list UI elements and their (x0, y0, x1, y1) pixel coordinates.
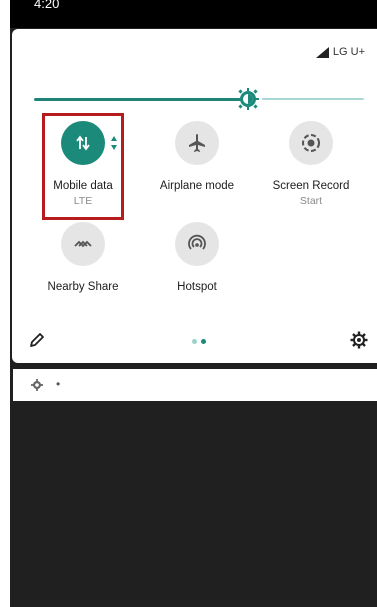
tile-label-nearby-share: Nearby Share (47, 281, 119, 293)
airplane-icon (189, 134, 205, 152)
nearby-share-toggle[interactable] (61, 222, 105, 266)
status-time: 4:20 (34, 0, 60, 11)
screen-record-icon (302, 134, 320, 152)
tile-label-airplane-mode: Airplane mode (159, 180, 235, 192)
highlight-box (42, 113, 124, 220)
notification-bullet: • (56, 377, 61, 391)
page-dot-current (201, 339, 206, 344)
tile-label-hotspot: Hotspot (177, 281, 217, 293)
notification-strip[interactable]: • (13, 369, 377, 401)
page-dot (192, 339, 197, 344)
tile-screen-record[interactable]: Screen Record Start (256, 121, 366, 221)
edit-icon[interactable] (29, 332, 45, 348)
brightness-track-filled[interactable] (34, 98, 247, 101)
quick-settings-panel: LG U+ Mobile data LTE Airplane mode Scre… (12, 29, 377, 363)
hotspot-toggle[interactable] (175, 222, 219, 266)
settings-icon[interactable] (350, 331, 368, 349)
nearby-share-icon (74, 240, 92, 248)
tile-sub-screen-record: Start (299, 195, 323, 207)
tile-airplane-mode[interactable]: Airplane mode (142, 121, 252, 221)
airplane-mode-toggle[interactable] (175, 121, 219, 165)
page-indicator (192, 339, 206, 344)
carrier-label: LG U+ (332, 46, 365, 58)
tile-nearby-share[interactable]: Nearby Share (28, 222, 138, 322)
brightness-track-empty[interactable] (262, 98, 364, 100)
tile-hotspot[interactable]: Hotspot (142, 222, 252, 322)
signal-icon (315, 46, 329, 58)
hotspot-icon (188, 234, 206, 250)
carrier-indicator: LG U+ (315, 46, 365, 58)
status-bar: 4:20 (10, 0, 377, 28)
tile-label-screen-record: Screen Record (272, 180, 350, 192)
gear-icon (31, 379, 43, 391)
brightness-thumb[interactable] (237, 88, 259, 110)
screen-record-toggle[interactable] (289, 121, 333, 165)
